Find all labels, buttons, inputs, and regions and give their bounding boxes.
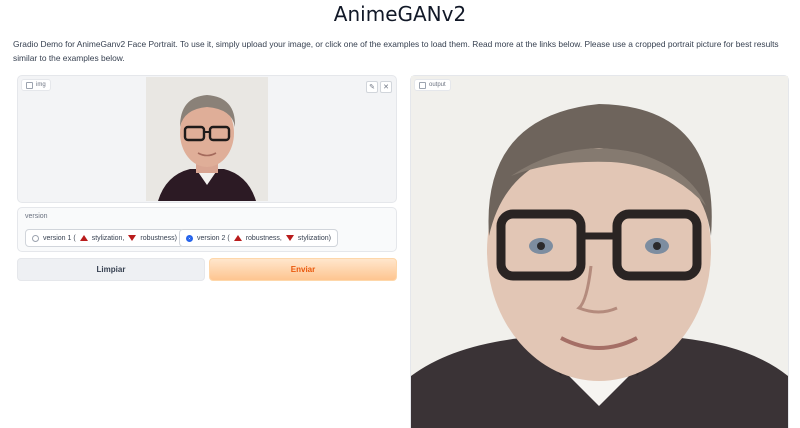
triangle-up-icon [79,235,88,241]
input-portrait-drawing [146,77,268,201]
radio-label-down: stylization) [297,234,331,242]
radio-label-prefix: version 1 ( [43,234,76,242]
image-icon [419,81,426,89]
pencil-icon[interactable]: ✎ [366,81,378,93]
version-label: version [25,213,48,220]
version-radio-group: version version 1 ( stylization, robustn… [17,207,397,252]
radio-label-down: robustness) [140,234,177,242]
input-label: img [36,82,46,88]
clear-button[interactable]: Limpiar [17,258,205,281]
radio-dot-selected[interactable] [186,234,193,242]
image-tools: ✎ ✕ [366,81,392,93]
triangle-down-icon [128,235,137,241]
page-title: AnimeGANv2 [333,2,467,26]
radio-label-up: robustness, [245,234,282,242]
triangle-up-icon [233,235,242,241]
radio-dot[interactable] [32,234,39,242]
radio-version-2[interactable]: version 2 ( robustness, stylization) [179,229,338,247]
input-portrait-image [146,77,268,201]
submit-button[interactable]: Enviar [209,258,397,281]
radio-label-prefix: version 2 ( [197,234,230,242]
output-portrait-drawing [411,76,788,428]
input-label-tag: img [21,79,51,91]
triangle-down-icon [285,235,294,241]
radio-version-1[interactable]: version 1 ( stylization, robustness) [25,229,184,247]
input-image-panel[interactable]: img ✎ ✕ [17,75,397,203]
output-label: output [429,82,446,88]
page-description: Gradio Demo for AnimeGanv2 Face Portrait… [13,39,779,63]
output-image-panel: output [410,75,789,428]
image-icon [26,81,33,89]
close-icon[interactable]: ✕ [380,81,392,93]
output-label-tag: output [414,79,451,91]
output-anime-image [411,76,788,428]
radio-label-up: stylization, [91,234,125,242]
